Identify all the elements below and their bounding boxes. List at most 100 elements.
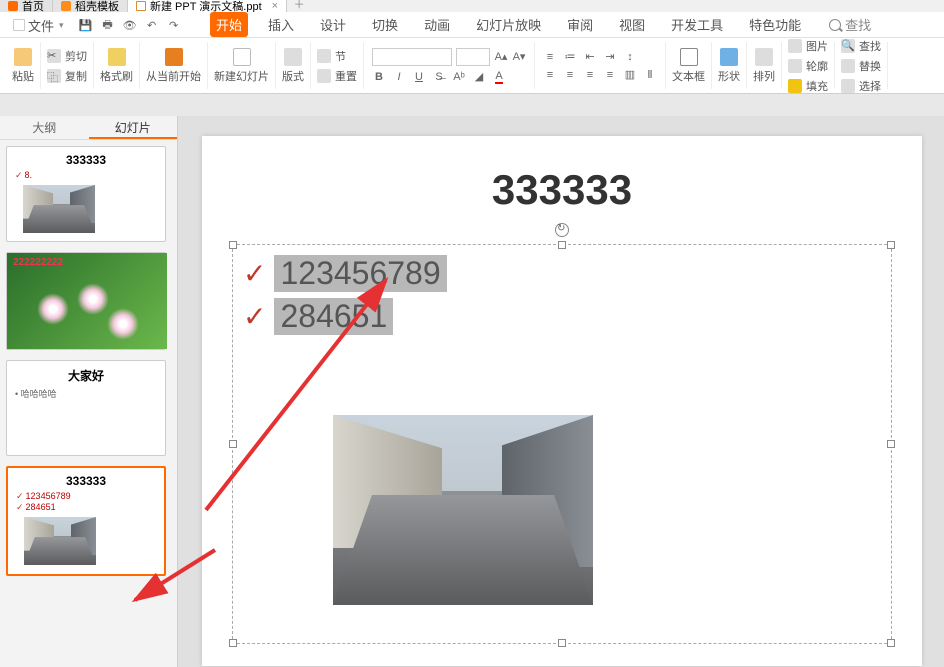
brush-icon bbox=[108, 48, 126, 66]
find-icon: 🔍 bbox=[841, 39, 855, 53]
outline-button[interactable]: 轮廓 bbox=[788, 58, 828, 74]
editor-canvas[interactable]: 333333 ✓123456789 ✓284651 bbox=[178, 116, 944, 667]
ribbon-tab-dev[interactable]: 开发工具 bbox=[665, 12, 729, 37]
align-right-icon[interactable]: ≡ bbox=[583, 68, 597, 82]
tab-home[interactable]: 首页 bbox=[0, 0, 53, 12]
pic-button[interactable]: 图片 bbox=[788, 38, 828, 54]
panel-tab-slides[interactable]: 幻灯片 bbox=[89, 116, 178, 139]
ribbon-tab-insert[interactable]: 插入 bbox=[262, 12, 300, 37]
slide-thumb-3[interactable]: 大家好 • 哈哈哈哈 bbox=[6, 360, 166, 456]
thumb4-bullet2: 284651 bbox=[16, 502, 156, 513]
undo-icon[interactable]: ↶ bbox=[145, 18, 159, 32]
layout-button[interactable]: 版式 bbox=[282, 48, 304, 84]
resize-handle[interactable] bbox=[887, 440, 895, 448]
paste-button[interactable]: 粘贴 bbox=[12, 48, 34, 84]
cut-icon: ✂ bbox=[47, 49, 61, 63]
slide-thumb-1[interactable]: 333333 8. bbox=[6, 146, 166, 242]
reset-button[interactable]: 重置 bbox=[317, 68, 357, 84]
fontcolor-icon[interactable]: A bbox=[492, 70, 506, 84]
new-tab-button[interactable]: ＋ bbox=[287, 0, 311, 12]
slide-thumb-4[interactable]: 333333 123456789 284651 bbox=[6, 466, 166, 576]
format-painter-button[interactable]: 格式刷 bbox=[100, 48, 133, 84]
linespace-icon[interactable]: ↕ bbox=[623, 50, 637, 64]
select-icon bbox=[841, 79, 855, 93]
strike-icon[interactable]: S̶ bbox=[432, 70, 446, 84]
ribbon-search[interactable]: 查找 bbox=[829, 15, 871, 34]
numbering-icon[interactable]: ≔ bbox=[563, 50, 577, 64]
reset-icon bbox=[317, 69, 331, 83]
content-textbox[interactable]: ✓123456789 ✓284651 bbox=[232, 244, 892, 644]
new-slide-button[interactable]: 新建幻灯片 bbox=[214, 48, 269, 84]
cut-button[interactable]: ✂剪切 bbox=[47, 48, 87, 64]
superscript-icon[interactable]: Aᵇ bbox=[452, 70, 466, 84]
highlight-icon[interactable]: ◢ bbox=[472, 70, 486, 84]
fontsize-select[interactable] bbox=[456, 48, 490, 66]
ribbon-tab-transition[interactable]: 切换 bbox=[366, 12, 404, 37]
slide-title[interactable]: 333333 bbox=[202, 166, 922, 214]
copy-button[interactable]: ⿻复制 bbox=[47, 68, 87, 84]
current-slide[interactable]: 333333 ✓123456789 ✓284651 bbox=[202, 136, 922, 666]
resize-handle[interactable] bbox=[887, 639, 895, 647]
font-select[interactable] bbox=[372, 48, 452, 66]
textbox-button[interactable]: 文本框 bbox=[672, 48, 705, 84]
bullet-line-1[interactable]: ✓123456789 bbox=[243, 255, 447, 292]
tab-templates[interactable]: 稻壳模板 bbox=[53, 0, 128, 12]
align-justify-icon[interactable]: ≡ bbox=[603, 68, 617, 82]
resize-handle[interactable] bbox=[229, 639, 237, 647]
slide-image[interactable] bbox=[333, 415, 593, 605]
replace-icon bbox=[841, 59, 855, 73]
increase-font-icon[interactable]: A▴ bbox=[494, 50, 508, 64]
bold-icon[interactable]: B bbox=[372, 70, 386, 84]
thumb2-image: 222222222 bbox=[7, 253, 167, 349]
ribbon-tab-review[interactable]: 审阅 bbox=[561, 12, 599, 37]
resize-handle[interactable] bbox=[229, 241, 237, 249]
align-center-icon[interactable]: ≡ bbox=[563, 68, 577, 82]
ribbon-tab-start[interactable]: 开始 bbox=[210, 12, 248, 37]
resize-handle[interactable] bbox=[558, 639, 566, 647]
ribbon-tab-row: 文件 💾 🖶 👁 ↶ ↷ 开始 插入 设计 切换 动画 幻灯片放映 审阅 视图 … bbox=[0, 12, 944, 38]
shape-button[interactable]: 形状 bbox=[718, 48, 740, 84]
window-tabbar: 首页 稻壳模板 新建 PPT 演示文稿.ppt× ＋ bbox=[0, 0, 944, 12]
panel-tab-outline[interactable]: 大纲 bbox=[0, 116, 89, 139]
thumb1-bullet: 8. bbox=[15, 170, 157, 181]
ribbon-tab-special[interactable]: 特色功能 bbox=[743, 12, 807, 37]
columns-icon[interactable]: ▥ bbox=[623, 68, 637, 82]
indent-inc-icon[interactable]: ⇥ bbox=[603, 50, 617, 64]
checkmark-icon: ✓ bbox=[243, 257, 266, 290]
tab-current-doc[interactable]: 新建 PPT 演示文稿.ppt× bbox=[128, 0, 287, 12]
select-button[interactable]: 选择 bbox=[841, 78, 881, 94]
resize-handle[interactable] bbox=[558, 241, 566, 249]
find-button[interactable]: 🔍查找 bbox=[841, 38, 881, 54]
outline-icon bbox=[788, 59, 802, 73]
resize-handle[interactable] bbox=[887, 241, 895, 249]
layout-icon bbox=[284, 48, 302, 66]
bullets-icon[interactable]: ≡ bbox=[543, 50, 557, 64]
ribbon-tab-design[interactable]: 设计 bbox=[314, 12, 352, 37]
ribbon-tab-anim[interactable]: 动画 bbox=[418, 12, 456, 37]
file-menu[interactable]: 文件 bbox=[6, 13, 71, 38]
ribbon-tab-slideshow[interactable]: 幻灯片放映 bbox=[470, 12, 547, 37]
rotate-handle[interactable] bbox=[555, 223, 569, 237]
section-button[interactable]: 节 bbox=[317, 48, 357, 64]
resize-handle[interactable] bbox=[229, 440, 237, 448]
textdir-icon[interactable]: Ⅱ bbox=[643, 68, 657, 82]
replace-button[interactable]: 替换 bbox=[841, 58, 881, 74]
close-icon[interactable]: × bbox=[272, 0, 278, 12]
decrease-font-icon[interactable]: A▾ bbox=[512, 50, 526, 64]
align-left-icon[interactable]: ≡ bbox=[543, 68, 557, 82]
print-icon[interactable]: 🖶 bbox=[101, 18, 115, 32]
indent-dec-icon[interactable]: ⇤ bbox=[583, 50, 597, 64]
italic-icon[interactable]: I bbox=[392, 70, 406, 84]
slide-icon bbox=[233, 48, 251, 66]
redo-icon[interactable]: ↷ bbox=[167, 18, 181, 32]
arrange-button[interactable]: 排列 bbox=[753, 48, 775, 84]
fill-button[interactable]: 填充 bbox=[788, 78, 828, 94]
slide-thumb-2[interactable]: 222222222 bbox=[6, 252, 166, 350]
underline-icon[interactable]: U bbox=[412, 70, 426, 84]
from-current-button[interactable]: 从当前开始 bbox=[146, 48, 201, 84]
save-icon[interactable]: 💾 bbox=[79, 18, 93, 32]
bullet-line-2[interactable]: ✓284651 bbox=[243, 298, 447, 335]
preview-icon[interactable]: 👁 bbox=[123, 18, 137, 32]
ribbon-tab-view[interactable]: 视图 bbox=[613, 12, 651, 37]
checkmark-icon: ✓ bbox=[243, 300, 266, 333]
